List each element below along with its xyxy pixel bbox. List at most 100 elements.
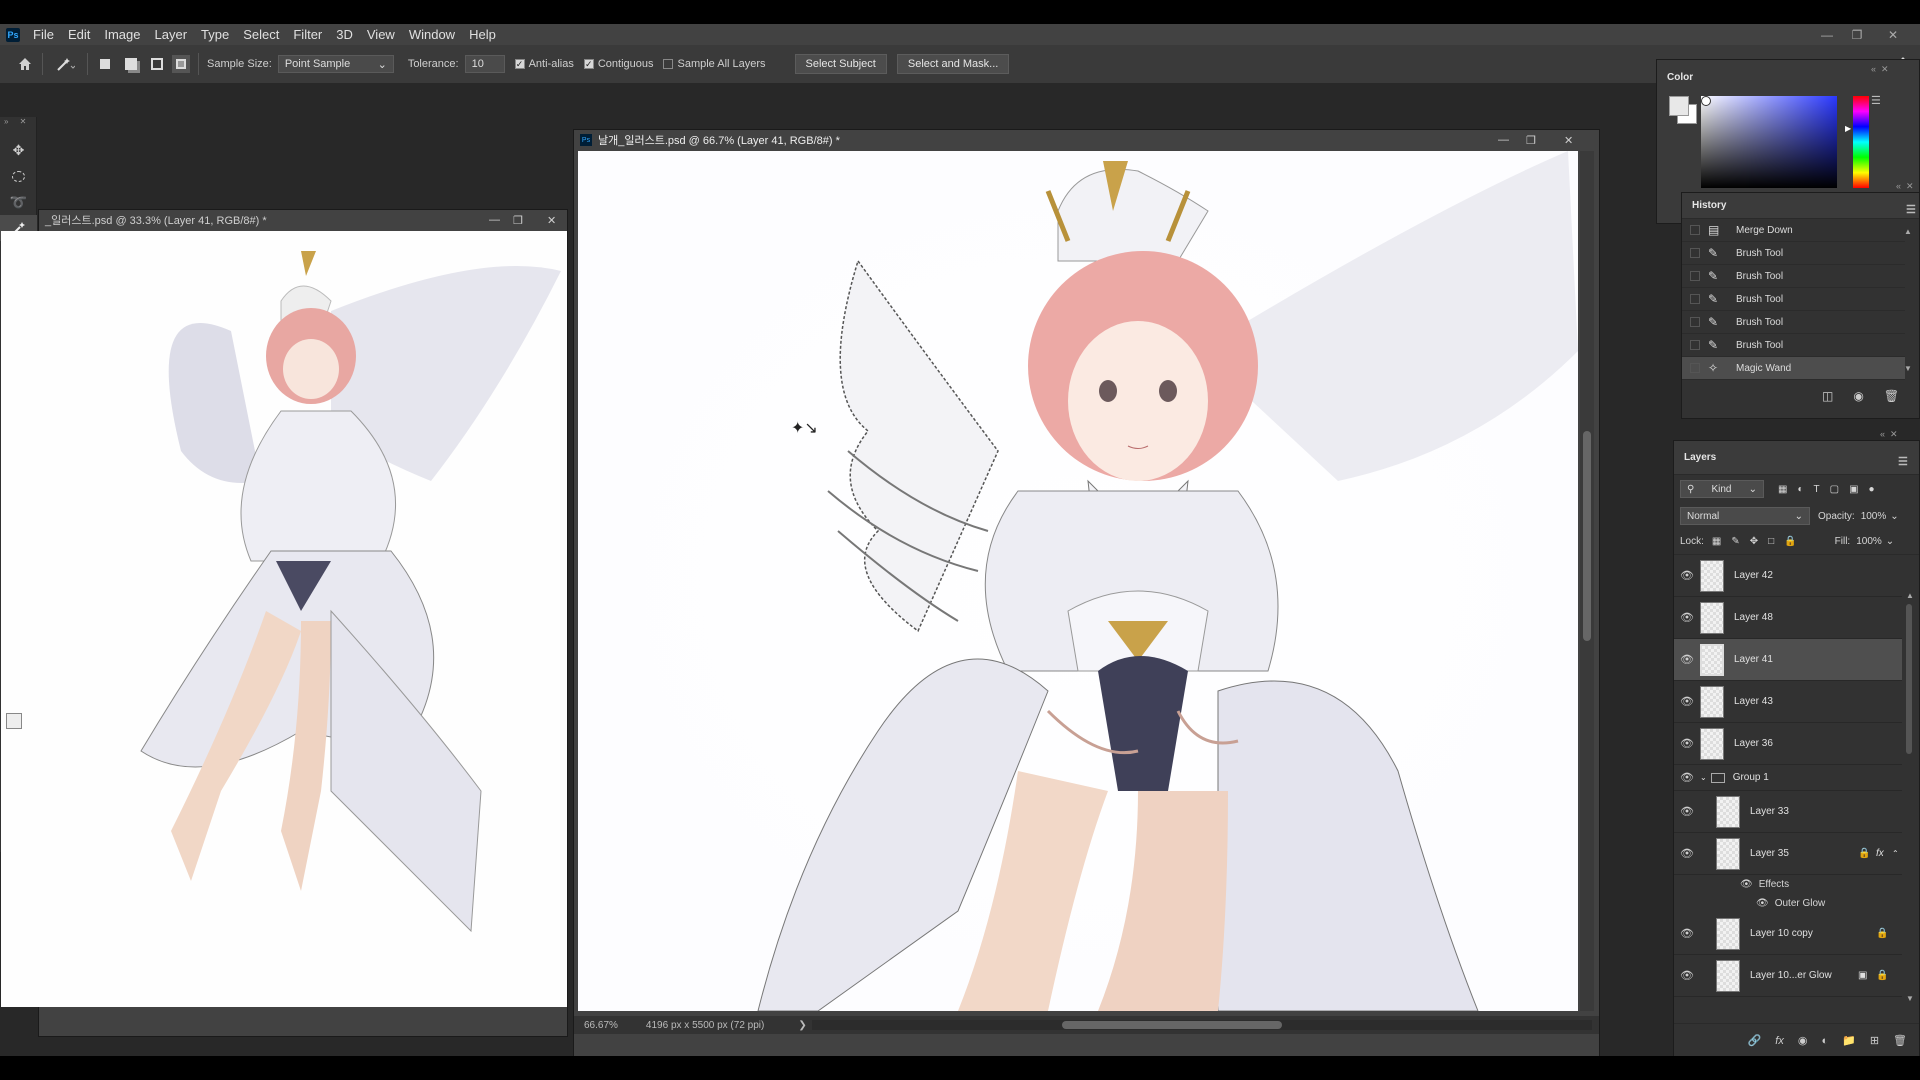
trash-icon[interactable]: 🗑: [1884, 389, 1899, 403]
pixel-filter-icon[interactable]: ▦: [1778, 484, 1787, 495]
history-item[interactable]: ✎ Brush Tool: [1682, 311, 1905, 334]
scroll-up-icon[interactable]: ▲: [1906, 591, 1916, 600]
panel-collapse-icon[interactable]: « ✕: [1871, 64, 1889, 75]
eye-icon[interactable]: 👁: [1674, 969, 1700, 982]
minimize-icon[interactable]: —: [489, 214, 500, 226]
color-picker-handle[interactable]: [1701, 96, 1711, 106]
history-brush-source-checkbox[interactable]: [1690, 248, 1700, 258]
history-brush-source-checkbox[interactable]: [1690, 294, 1700, 304]
shape-filter-icon[interactable]: ▢: [1830, 484, 1839, 495]
select-subject-button[interactable]: Select Subject: [794, 54, 887, 74]
layer-row[interactable]: 👁 Layer 48: [1674, 597, 1902, 639]
eye-icon[interactable]: 👁: [1674, 695, 1700, 708]
layer-row[interactable]: 👁 Layer 43: [1674, 681, 1902, 723]
history-item[interactable]: ✎ Brush Tool: [1682, 265, 1905, 288]
menu-filter[interactable]: Filter: [286, 27, 329, 42]
marquee-tool-icon[interactable]: [0, 163, 37, 189]
effects-row[interactable]: 👁 Effects: [1674, 875, 1902, 894]
scroll-down-icon[interactable]: ▼: [1906, 994, 1916, 1003]
menu-file[interactable]: File: [26, 27, 61, 42]
history-brush-source-checkbox[interactable]: [1690, 363, 1700, 373]
outer-glow-row[interactable]: 👁 Outer Glow: [1674, 894, 1902, 913]
menu-3d[interactable]: 3D: [329, 27, 360, 42]
menu-select[interactable]: Select: [236, 27, 286, 42]
camera-snapshot-icon[interactable]: ◉: [1853, 389, 1863, 403]
new-selection-icon[interactable]: [96, 55, 114, 73]
sample-size-select[interactable]: Point Sample ⌄: [277, 55, 394, 73]
opacity-input[interactable]: 100%: [1861, 511, 1887, 522]
layer-row-selected[interactable]: 👁 Layer 41: [1674, 639, 1902, 681]
history-brush-source-checkbox[interactable]: [1690, 340, 1700, 350]
eye-icon[interactable]: 👁: [1674, 653, 1700, 666]
eye-icon[interactable]: 👁: [1740, 879, 1753, 890]
lock-all-icon[interactable]: 🔒: [1784, 536, 1796, 547]
layer-row[interactable]: 👁 Layer 10 copy 🔒: [1674, 913, 1902, 955]
adjustment-layer-icon[interactable]: ◐: [1821, 1035, 1828, 1047]
lock-image-pixels-icon[interactable]: ✎: [1731, 536, 1739, 547]
scroll-down-icon[interactable]: ▼: [1904, 364, 1914, 373]
move-tool-icon[interactable]: ✥: [0, 137, 37, 163]
layers-scrollbar[interactable]: ▲ ▼: [1906, 591, 1916, 1021]
eye-icon[interactable]: 👁: [1674, 847, 1700, 860]
link-layers-icon[interactable]: 🔗: [1748, 1034, 1762, 1047]
lock-artboard-icon[interactable]: □: [1768, 536, 1774, 547]
history-brush-source-checkbox[interactable]: [1690, 225, 1700, 235]
trash-icon[interactable]: 🗑: [1893, 1034, 1907, 1047]
sample-all-layers-checkbox[interactable]: Sample All Layers: [663, 58, 766, 70]
lasso-tool-icon[interactable]: ➰: [0, 189, 37, 215]
add-layer-style-icon[interactable]: fx: [1775, 1035, 1784, 1047]
adjustment-filter-icon[interactable]: ◐: [1797, 484, 1803, 495]
new-layer-icon[interactable]: ⊞: [1870, 1034, 1879, 1047]
history-scrollbar[interactable]: ▲ ▼: [1904, 227, 1914, 377]
foreground-color-swatch[interactable]: [6, 713, 22, 729]
scroll-up-icon[interactable]: ▲: [1904, 227, 1914, 236]
add-mask-icon[interactable]: ◉: [1798, 1034, 1808, 1047]
blend-mode-select[interactable]: Normal ⌄: [1680, 507, 1810, 525]
eye-icon[interactable]: 👁: [1674, 771, 1700, 784]
magic-wand-preset-icon[interactable]: [51, 55, 79, 73]
fx-badge[interactable]: fx: [1876, 848, 1884, 859]
select-and-mask-button[interactable]: Select and Mask...: [896, 54, 1010, 74]
filter-toggle-icon[interactable]: ●: [1869, 484, 1875, 495]
layer-row[interactable]: 👁 Layer 35 🔒 fx ⌃: [1674, 833, 1902, 875]
restore-icon[interactable]: ❐: [513, 214, 523, 227]
minimize-icon[interactable]: —: [1814, 24, 1840, 45]
menu-type[interactable]: Type: [194, 27, 236, 42]
eye-icon[interactable]: 👁: [1674, 737, 1700, 750]
fill-input[interactable]: 100%: [1856, 536, 1882, 547]
layers-scrollbar-thumb[interactable]: [1906, 604, 1912, 754]
close-icon[interactable]: ✕: [1564, 134, 1573, 147]
menu-help[interactable]: Help: [462, 27, 503, 42]
layer-filter-select[interactable]: ⚲ Kind ⌄: [1680, 480, 1764, 498]
chevron-down-icon[interactable]: ⌄: [1890, 511, 1898, 522]
toolbar-collapse-icon[interactable]: » ✕: [0, 117, 36, 129]
artwork-canvas-main[interactable]: ✦↘: [578, 151, 1578, 1011]
vertical-scrollbar[interactable]: [1580, 151, 1594, 1011]
panel-collapse-icon[interactable]: « ✕: [1880, 429, 1898, 440]
menu-edit[interactable]: Edit: [61, 27, 97, 42]
vertical-scrollbar-thumb[interactable]: [1583, 431, 1591, 641]
minimize-icon[interactable]: —: [1498, 134, 1509, 146]
document-info[interactable]: 4196 px x 5500 px (72 ppi): [646, 1020, 764, 1031]
hue-slider-handle-icon[interactable]: ▶: [1845, 124, 1851, 133]
artwork-canvas-secondary[interactable]: [1, 231, 567, 1007]
history-brush-source-checkbox[interactable]: [1690, 317, 1700, 327]
restore-icon[interactable]: ❐: [1844, 24, 1870, 45]
eye-icon[interactable]: 👁: [1674, 611, 1700, 624]
panel-collapse-icon[interactable]: « ✕: [1896, 181, 1914, 192]
anti-alias-checkbox[interactable]: ✓ Anti-alias: [514, 58, 574, 70]
menu-layer[interactable]: Layer: [148, 27, 195, 42]
document-title-bar[interactable]: _일러스트.psd @ 33.3% (Layer 41, RGB/8#) * —…: [39, 210, 567, 230]
history-item[interactable]: ✎ Brush Tool: [1682, 288, 1905, 311]
eye-icon[interactable]: 👁: [1674, 927, 1700, 940]
panel-menu-icon[interactable]: ☰: [1898, 455, 1908, 468]
lock-position-icon[interactable]: ✥: [1750, 536, 1758, 547]
color-field[interactable]: [1701, 96, 1837, 188]
group-row[interactable]: 👁 ⌄ Group 1: [1674, 765, 1902, 791]
foreground-color-swatch[interactable]: [1669, 96, 1689, 116]
eye-icon[interactable]: 👁: [1674, 805, 1700, 818]
chevron-down-icon[interactable]: ⌄: [1700, 773, 1707, 782]
subtract-from-selection-icon[interactable]: [148, 55, 166, 73]
smart-object-filter-icon[interactable]: ▣: [1849, 484, 1858, 495]
menu-window[interactable]: Window: [402, 27, 462, 42]
